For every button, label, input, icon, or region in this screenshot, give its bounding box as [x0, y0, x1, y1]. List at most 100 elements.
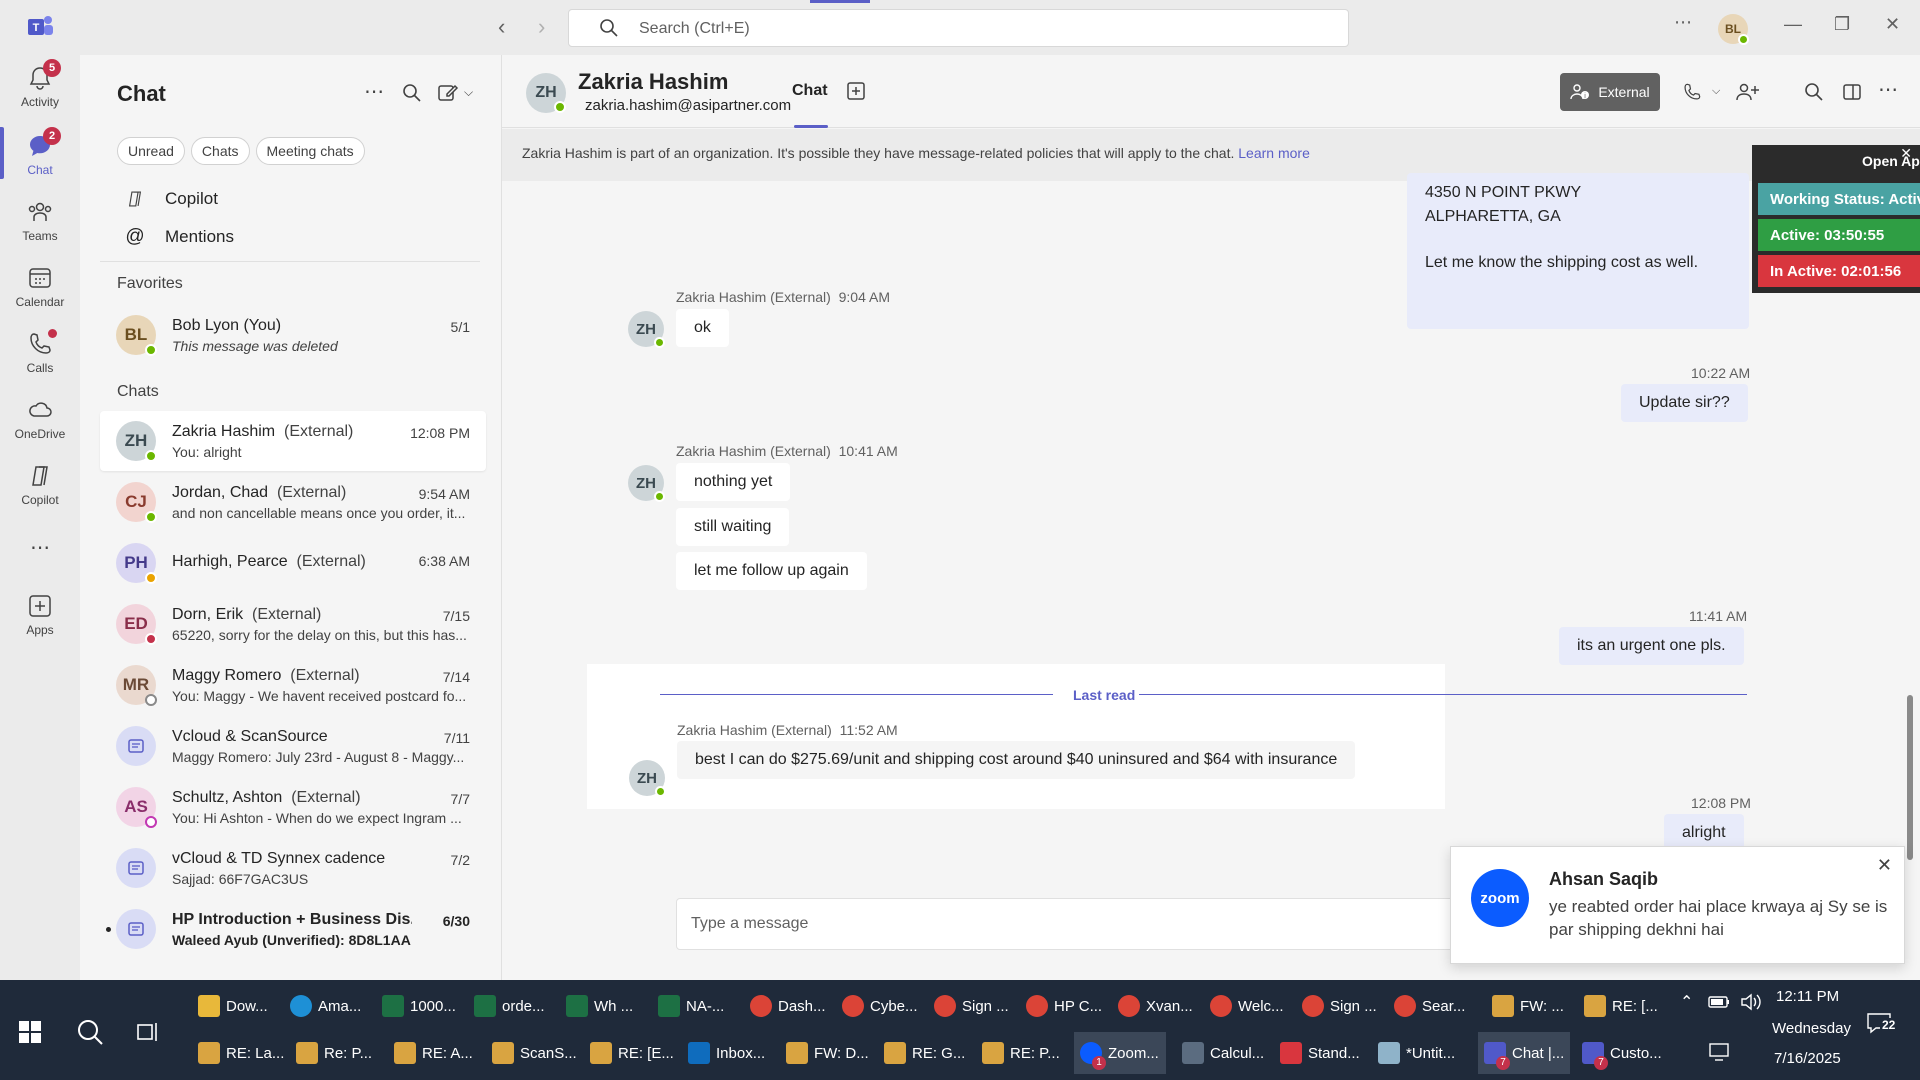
windows-start-icon[interactable]	[18, 1020, 42, 1044]
taskbar-app[interactable]: Sear...	[1388, 985, 1471, 1027]
taskbar-app[interactable]: Dash...	[744, 985, 832, 1027]
filter-meeting-chats[interactable]: Meeting chats	[255, 137, 365, 165]
minimize-icon[interactable]: —	[1784, 14, 1802, 35]
filter-chats[interactable]: Chats	[190, 137, 250, 165]
taskbar-app[interactable]: FW: D...	[780, 1032, 875, 1074]
scrollbar-thumb[interactable]	[1907, 695, 1913, 860]
restore-icon[interactable]: ❐	[1834, 14, 1850, 35]
teams-logo-icon[interactable]: T	[26, 14, 54, 40]
learn-more-link[interactable]: Learn more	[1238, 145, 1310, 161]
chat-row-harhigh[interactable]: PH Harhigh, Pearce (External) 6:38 AM	[100, 533, 486, 593]
incoming-message[interactable]: still waiting	[676, 508, 790, 546]
taskbar-app[interactable]: Sign ...	[1296, 985, 1383, 1027]
chevron-up-icon[interactable]: ⌃	[1680, 992, 1693, 1012]
rail-chat[interactable]: 2 Chat	[0, 127, 80, 177]
more-options-icon[interactable]: ⋯	[364, 79, 384, 104]
taskbar-app[interactable]: Ama...	[284, 985, 367, 1027]
outgoing-message[interactable]: Update sir??	[1621, 384, 1748, 422]
outgoing-message[interactable]: its an urgent one pls.	[1559, 627, 1744, 665]
incoming-message[interactable]: best I can do $275.69/unit and shipping …	[677, 741, 1356, 779]
rail-copilot[interactable]: Copilot	[0, 463, 80, 507]
taskbar-app[interactable]: RE: [...	[1578, 985, 1664, 1027]
sender-avatar[interactable]: ZH	[629, 760, 666, 797]
back-arrow-icon[interactable]: ‹	[498, 14, 505, 40]
sender-avatar[interactable]: ZH	[628, 465, 665, 502]
chat-row-vcloud-scansource[interactable]: Vcloud & ScanSource Maggy Romero: July 2…	[100, 716, 486, 776]
chats-header[interactable]: Chats	[117, 383, 159, 401]
taskbar-app[interactable]: *Untit...	[1372, 1032, 1461, 1074]
close-window-icon[interactable]: ✕	[1885, 14, 1900, 35]
taskbar-app[interactable]: RE: G...	[878, 1032, 971, 1074]
copilot-link[interactable]: Copilot	[125, 189, 218, 209]
clock-day[interactable]: Wednesday	[1772, 1020, 1851, 1037]
task-view-icon[interactable]	[136, 1020, 160, 1044]
call-icon[interactable]	[1682, 82, 1702, 102]
taskbar-app[interactable]: HP C...	[1020, 985, 1108, 1027]
filter-unread[interactable]: Unread	[117, 137, 185, 165]
taskbar-app-zoom[interactable]: 1 Zoom...	[1074, 1032, 1166, 1074]
open-app-label[interactable]: Open Ap	[1862, 153, 1920, 169]
more-apps-icon[interactable]: ⋯	[0, 535, 80, 560]
taskbar-app[interactable]: FW: ...	[1486, 985, 1570, 1027]
taskbar-app[interactable]: Stand...	[1274, 1032, 1366, 1074]
taskbar-app[interactable]: Cybe...	[836, 985, 924, 1027]
taskbar-app[interactable]: orde...	[468, 985, 551, 1027]
incoming-message[interactable]: let me follow up again	[676, 552, 867, 590]
taskbar-app[interactable]: Calcul...	[1176, 1032, 1270, 1074]
taskbar-app[interactable]: NA-...	[652, 985, 730, 1027]
taskbar-app[interactable]: RE: [E...	[584, 1032, 680, 1074]
chat-row-vcloud-td-synnex[interactable]: vCloud & TD Synnex cadence Sajjad: 66F7G…	[100, 838, 486, 898]
sender-avatar[interactable]: ZH	[628, 311, 665, 348]
incoming-message[interactable]: nothing yet	[676, 463, 791, 501]
chevron-down-icon[interactable]: ⌵	[464, 85, 473, 100]
taskbar-app[interactable]: ScanS...	[486, 1032, 583, 1074]
search-input[interactable]: Search (Ctrl+E)	[568, 9, 1349, 47]
search-in-chat-icon[interactable]	[1804, 82, 1824, 102]
add-people-icon[interactable]	[1736, 82, 1760, 102]
external-button[interactable]: i External	[1560, 73, 1660, 111]
taskbar-app[interactable]: RE: A...	[388, 1032, 479, 1074]
rail-apps[interactable]: Apps	[0, 593, 80, 637]
notification-center[interactable]: 22	[1866, 1012, 1898, 1038]
taskbar-app[interactable]: 7 Custo...	[1576, 1032, 1668, 1074]
clock-date[interactable]: 7/16/2025	[1774, 1050, 1841, 1067]
taskbar-app[interactable]: RE: P...	[976, 1032, 1066, 1074]
volume-icon[interactable]	[1740, 992, 1762, 1012]
taskbar-app[interactable]: 1000...	[376, 985, 462, 1027]
chevron-down-icon[interactable]: ⌵	[1712, 85, 1720, 98]
more-options-icon[interactable]: ⋯	[1878, 77, 1898, 102]
incoming-message[interactable]: ok	[676, 309, 729, 347]
chat-row-schultz[interactable]: AS Schultz, Ashton (External) You: Hi As…	[100, 777, 486, 837]
battery-icon[interactable]	[1708, 994, 1730, 1010]
rail-teams[interactable]: Teams	[0, 199, 80, 243]
taskbar-app[interactable]: RE: La...	[192, 1032, 290, 1074]
rail-calendar[interactable]: Calendar	[0, 265, 80, 309]
rail-onedrive[interactable]: OneDrive	[0, 397, 80, 441]
taskbar-app[interactable]: Sign ...	[928, 985, 1015, 1027]
mentions-link[interactable]: @ Mentions	[125, 226, 234, 248]
rail-activity[interactable]: 5 Activity	[0, 59, 80, 109]
user-avatar[interactable]: BL	[1718, 14, 1749, 45]
favorites-header[interactable]: Favorites	[117, 275, 183, 293]
notification-toast[interactable]: zoom Ahsan Saqib ye reabted order hai pl…	[1450, 846, 1905, 964]
close-icon[interactable]: ✕	[1877, 855, 1892, 876]
pop-out-icon[interactable]	[1842, 82, 1862, 102]
taskbar-app[interactable]: Wh ...	[560, 985, 639, 1027]
compose-box[interactable]: Type a message	[676, 898, 1476, 950]
clock-time[interactable]: 12:11 PM	[1776, 988, 1839, 1005]
add-tab-icon[interactable]	[846, 81, 866, 101]
more-options-icon[interactable]: ⋯	[1674, 12, 1692, 33]
taskbar-app[interactable]: Dow...	[192, 985, 274, 1027]
contact-name[interactable]: Zakria Hashim	[578, 69, 728, 95]
taskbar-app-teams[interactable]: 7 Chat |...	[1478, 1032, 1571, 1074]
chat-row-favorite[interactable]: BL Bob Lyon (You) This message was delet…	[100, 305, 486, 365]
chat-row-hp-introduction[interactable]: HP Introduction + Business Dis... Waleed…	[100, 899, 486, 959]
chat-row-zakria[interactable]: ZH Zakria Hashim (External) You: alright…	[100, 411, 486, 471]
filter-search-icon[interactable]	[402, 83, 422, 103]
contact-avatar[interactable]: ZH	[526, 73, 566, 113]
taskbar-search-icon[interactable]	[76, 1018, 104, 1046]
chat-row-maggy[interactable]: MR Maggy Romero (External) You: Maggy - …	[100, 655, 486, 715]
network-icon[interactable]	[1708, 1042, 1730, 1062]
tab-chat[interactable]: Chat	[792, 82, 828, 100]
outgoing-message-address[interactable]: 4350 N POINT PKWY ALPHARETTA, GA Let me …	[1407, 173, 1749, 329]
